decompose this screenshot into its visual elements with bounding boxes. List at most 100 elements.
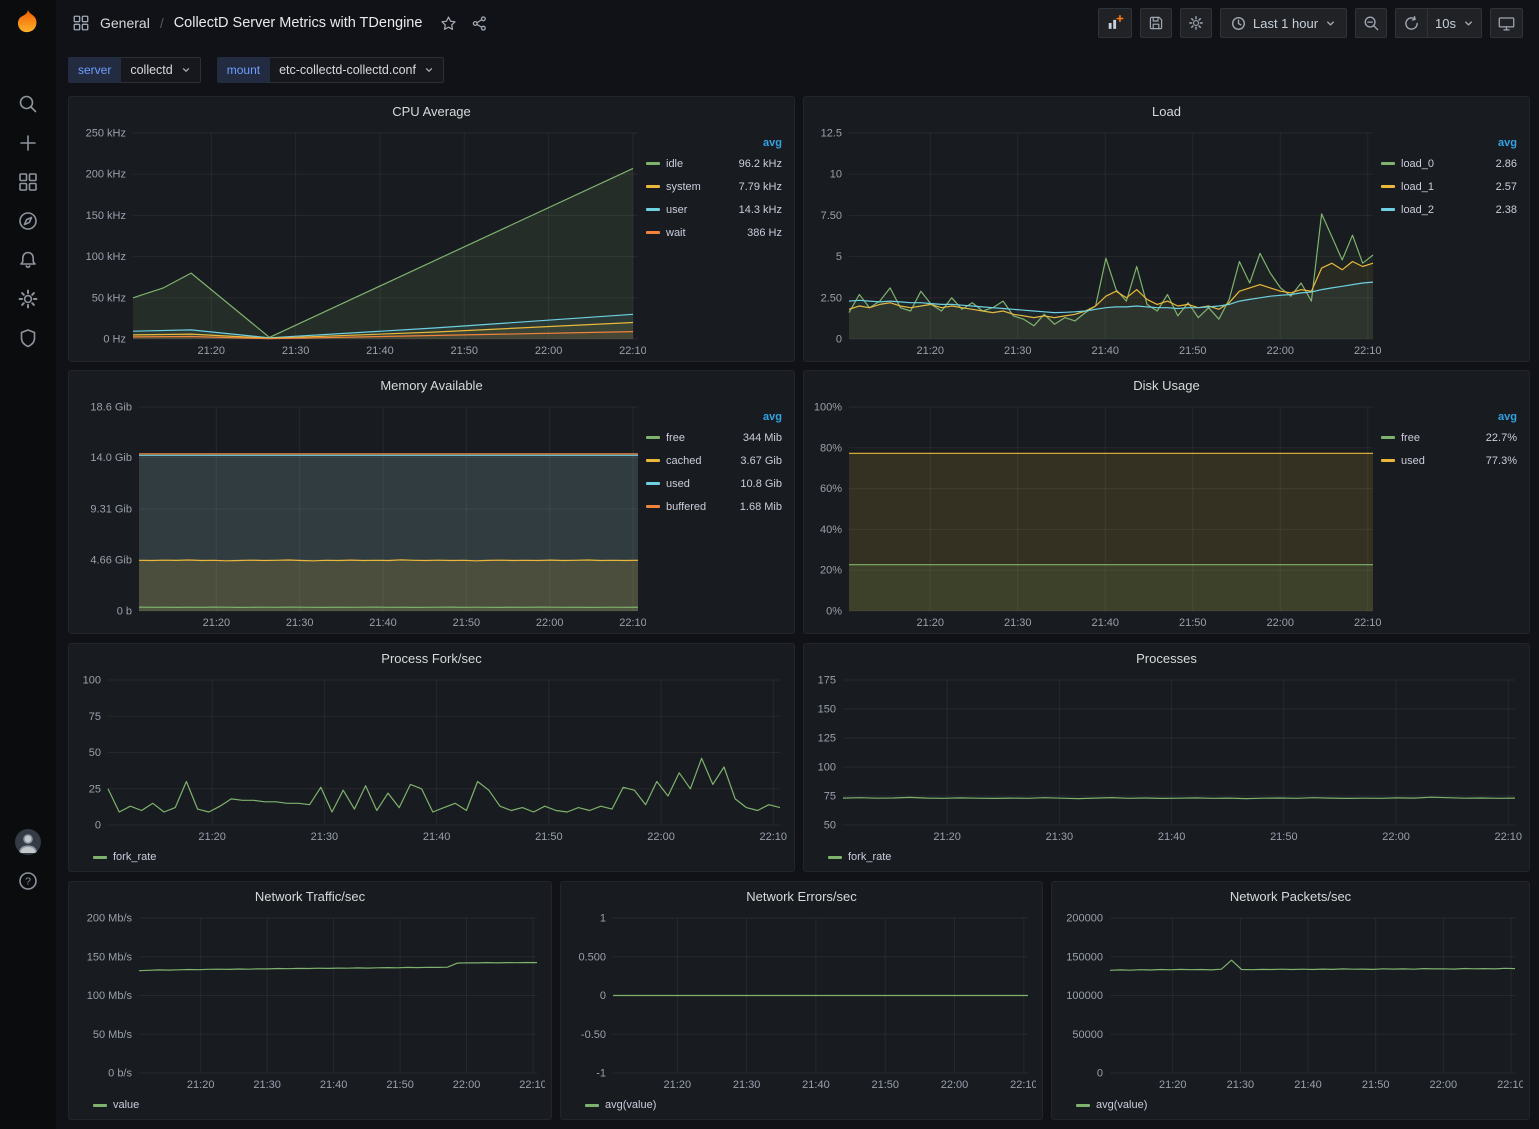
svg-text:175: 175 xyxy=(818,675,836,687)
variable-value-server[interactable]: collectd xyxy=(121,57,200,83)
legend-series-used[interactable]: used10.8 Gib xyxy=(646,472,782,495)
save-icon xyxy=(1148,15,1164,31)
svg-text:-0.50: -0.50 xyxy=(581,1029,606,1041)
network-traffic-chart: 0 b/s50 Mb/s100 Mb/s150 Mb/s200 Mb/s21:2… xyxy=(75,910,545,1093)
legend-series-used[interactable]: used77.3% xyxy=(1381,449,1517,472)
dashboard-settings-button[interactable] xyxy=(1180,8,1212,38)
refresh-interval-dropdown[interactable]: 10s xyxy=(1427,8,1482,38)
svg-text:200 Mb/s: 200 Mb/s xyxy=(87,913,133,925)
svg-text:150 Mb/s: 150 Mb/s xyxy=(87,951,133,963)
panel-header[interactable]: Network Packets/sec xyxy=(1052,882,1529,910)
svg-text:21:40: 21:40 xyxy=(366,345,394,357)
legend-series-name: wait xyxy=(666,227,686,239)
svg-text:21:30: 21:30 xyxy=(1004,617,1032,629)
legend-swatch xyxy=(646,459,660,462)
panel-header[interactable]: Network Traffic/sec xyxy=(69,882,551,910)
legend-series-value: 7.79 kHz xyxy=(739,181,782,193)
star-icon[interactable] xyxy=(440,15,457,32)
legend-series-buffered[interactable]: buffered1.68 Mib xyxy=(646,495,782,518)
svg-text:21:40: 21:40 xyxy=(802,1079,830,1091)
variable-server: server collectd xyxy=(68,57,201,83)
sidebar-item-server-admin[interactable] xyxy=(0,326,56,350)
cycle-view-button[interactable] xyxy=(1490,8,1523,38)
legend-series-name: user xyxy=(666,204,687,216)
svg-text:22:10: 22:10 xyxy=(1354,617,1381,629)
legend-swatch xyxy=(646,436,660,439)
legend-swatch xyxy=(93,856,107,859)
legend-series-name: used xyxy=(666,478,690,490)
panel-network-traffic: Network Traffic/sec 0 b/s50 Mb/s100 Mb/s… xyxy=(68,881,552,1120)
share-icon[interactable] xyxy=(471,15,488,32)
sidebar-item-alerting[interactable] xyxy=(0,248,56,272)
network-packets-legend: avg(value) xyxy=(1058,1093,1523,1117)
legend-series-load_1[interactable]: load_12.57 xyxy=(1381,175,1517,198)
legend-series-fork_rate[interactable]: fork_rate xyxy=(828,851,891,863)
legend-series-name: used xyxy=(1401,455,1425,467)
svg-text:21:50: 21:50 xyxy=(1179,617,1207,629)
legend-series-idle[interactable]: idle96.2 kHz xyxy=(646,152,782,175)
panel-title: Network Errors/sec xyxy=(746,889,857,904)
legend-swatch xyxy=(1381,208,1395,211)
legend-series-fork_rate[interactable]: fork_rate xyxy=(93,851,156,863)
sidebar-item-search[interactable] xyxy=(0,92,56,116)
panel-header[interactable]: Memory Available xyxy=(69,371,794,399)
legend-series-free[interactable]: free 22.7% xyxy=(1381,426,1517,449)
legend-series-cached[interactable]: cached3.67 Gib xyxy=(646,449,782,472)
grafana-logo-icon xyxy=(13,7,43,37)
svg-text:21:20: 21:20 xyxy=(1159,1079,1187,1091)
panel-header[interactable]: CPU Average xyxy=(69,97,794,125)
svg-text:-1: -1 xyxy=(596,1068,606,1080)
sidebar-item-create[interactable] xyxy=(0,131,56,155)
svg-text:7.50: 7.50 xyxy=(821,210,842,222)
chart-svg: 05000010000015000020000021:2021:3021:402… xyxy=(1058,910,1523,1093)
svg-text:?: ? xyxy=(25,876,31,888)
panel-header[interactable]: Process Fork/sec xyxy=(69,644,794,672)
legend-series-free[interactable]: free344 Mib xyxy=(646,426,782,449)
refresh-button[interactable] xyxy=(1395,8,1427,38)
cpu-average-legend: avgidle96.2 kHzsystem7.79 kHzuser14.3 kH… xyxy=(646,125,788,359)
legend-series-value: 22.7% xyxy=(1486,432,1517,444)
add-panel-button[interactable] xyxy=(1098,8,1132,38)
sidebar-item-help[interactable]: ? xyxy=(0,869,56,893)
legend-series-avg(value)[interactable]: avg(value) xyxy=(1076,1099,1147,1111)
svg-text:21:30: 21:30 xyxy=(1046,831,1074,843)
legend-series-wait[interactable]: wait386 Hz xyxy=(646,221,782,244)
panel-header[interactable]: Load xyxy=(804,97,1529,125)
sidebar-item-dashboards[interactable] xyxy=(0,170,56,194)
legend-series-load_2[interactable]: load_22.38 xyxy=(1381,198,1517,221)
legend-swatch xyxy=(1381,436,1395,439)
svg-text:14.0 Gib: 14.0 Gib xyxy=(90,452,132,464)
svg-text:21:50: 21:50 xyxy=(453,617,481,629)
legend-series-name: avg(value) xyxy=(605,1099,656,1111)
legend-series-name: fork_rate xyxy=(113,851,156,863)
save-dashboard-button[interactable] xyxy=(1140,8,1172,38)
variable-value-mount[interactable]: etc-collectd-collectd.conf xyxy=(270,57,444,83)
panel-header[interactable]: Processes xyxy=(804,644,1529,672)
legend-series-value: 96.2 kHz xyxy=(739,158,782,170)
zoom-out-button[interactable] xyxy=(1355,8,1387,38)
svg-text:100: 100 xyxy=(818,762,836,774)
legend-series-avg(value)[interactable]: avg(value) xyxy=(585,1099,656,1111)
svg-text:22:10: 22:10 xyxy=(619,345,646,357)
add-panel-icon xyxy=(1106,14,1124,32)
sidebar-item-configuration[interactable] xyxy=(0,287,56,311)
svg-text:21:40: 21:40 xyxy=(320,1079,348,1091)
sidebar-item-profile[interactable] xyxy=(0,830,56,854)
legend-series-value[interactable]: value xyxy=(93,1099,139,1111)
legend-swatch xyxy=(646,231,660,234)
time-range-picker[interactable]: Last 1 hour xyxy=(1220,8,1347,38)
clock-icon xyxy=(1231,16,1246,31)
legend-series-name: free xyxy=(1401,432,1420,444)
breadcrumb-folder[interactable]: General xyxy=(100,15,150,31)
panel-header[interactable]: Disk Usage xyxy=(804,371,1529,399)
network-errors-legend: avg(value) xyxy=(567,1093,1036,1117)
legend-series-load_0[interactable]: load_02.86 xyxy=(1381,152,1517,175)
panel-memory-available: Memory Available 0 b4.66 Gib9.31 Gib14.0… xyxy=(68,370,795,634)
grafana-logo[interactable] xyxy=(0,0,56,44)
panel-header[interactable]: Network Errors/sec xyxy=(561,882,1042,910)
dashboard-grid-icon xyxy=(72,14,90,32)
legend-series-system[interactable]: system7.79 kHz xyxy=(646,175,782,198)
submenu-variables: server collectd mount etc-collectd-colle… xyxy=(68,57,444,85)
legend-series-user[interactable]: user14.3 kHz xyxy=(646,198,782,221)
sidebar-item-explore[interactable] xyxy=(0,209,56,233)
